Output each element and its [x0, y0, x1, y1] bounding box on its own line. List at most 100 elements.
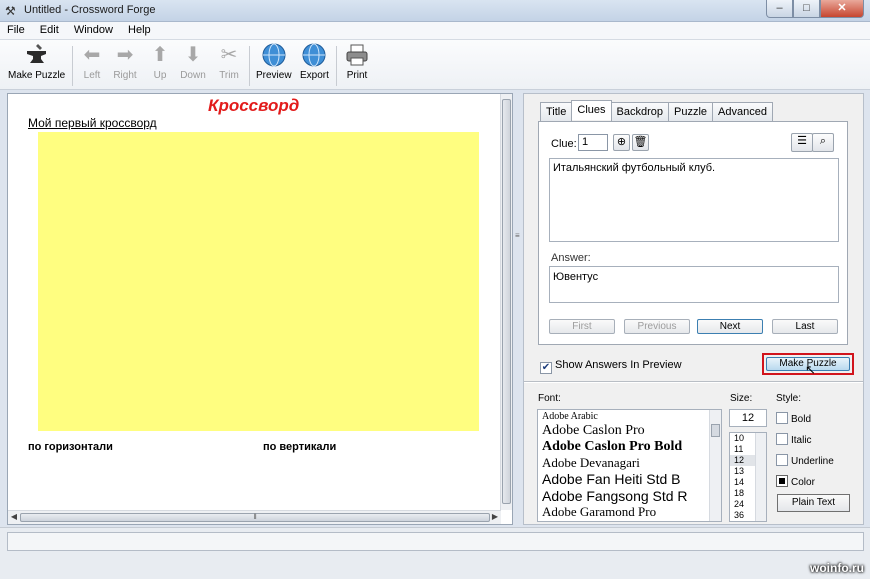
font-list-scrollbar[interactable] [709, 410, 721, 521]
window-controls: – □ ✕ [766, 0, 864, 19]
trim-tool[interactable]: ✂ Trim [216, 42, 242, 81]
preview-tool[interactable]: Preview [256, 42, 292, 81]
size-input[interactable]: 12 [729, 409, 767, 427]
list-view-button[interactable]: ☰ [791, 133, 813, 152]
tab-title[interactable]: Title [540, 102, 573, 122]
plus-circle-icon: ⊕ [616, 136, 627, 148]
underline-checkbox[interactable]: Underline [776, 454, 834, 467]
color-label: Color [791, 477, 815, 488]
font-list-item[interactable]: Adobe Devanagari [538, 455, 721, 471]
size-list[interactable]: 10 11 12 13 14 18 24 36 [729, 432, 767, 522]
down-tool[interactable]: ⬇ Down [180, 42, 206, 81]
bold-label: Bold [791, 414, 812, 425]
answer-field[interactable]: Ювентус [549, 266, 839, 303]
document-canvas[interactable]: Кроссворд Мой первый кроссворд по горизо… [7, 93, 513, 525]
make-puzzle-tool[interactable]: Make Puzzle [8, 42, 65, 81]
bold-checkbox[interactable]: Bold [776, 412, 811, 425]
delete-clue-button[interactable]: 🗑 [632, 134, 649, 151]
answer-label: Answer: [551, 252, 591, 264]
toolbar-separator [249, 46, 250, 86]
show-answers-label: Show Answers In Preview [555, 359, 682, 371]
italic-checkbox[interactable]: Italic [776, 433, 812, 446]
up-tool[interactable]: ⬆ Up [147, 42, 173, 81]
font-list-item[interactable]: Adobe Garamond Pro [538, 504, 721, 520]
scroll-thumb[interactable] [502, 99, 511, 504]
make-puzzle-tool-label: Make Puzzle [8, 70, 66, 81]
left-tool[interactable]: ⬅ Left [79, 42, 105, 81]
first-button[interactable]: First [549, 319, 615, 334]
trim-tool-label: Trim [219, 70, 239, 81]
minimize-button[interactable]: – [766, 0, 793, 18]
clue-text-field[interactable]: Итальянский футбольный клуб. [549, 158, 839, 242]
across-heading: по горизонтали [28, 441, 113, 453]
puzzle-subtitle: Мой первый кроссворд [28, 116, 157, 130]
font-list-item[interactable]: Adobe Caslon Pro [538, 423, 721, 439]
plain-text-button[interactable]: Plain Text [777, 494, 850, 512]
tab-backdrop[interactable]: Backdrop [610, 102, 669, 122]
tab-clues[interactable]: Clues [571, 100, 612, 120]
left-tool-label: Left [83, 70, 101, 81]
search-view-button[interactable]: ⌕ [812, 133, 834, 152]
watermark: woinfo.ru [810, 561, 864, 575]
checkbox-checked-icon: ✔ [540, 362, 552, 374]
close-button[interactable]: ✕ [820, 0, 864, 18]
previous-button[interactable]: Previous [624, 319, 690, 334]
puzzle-grid-area[interactable] [38, 132, 479, 431]
menu-edit[interactable]: Edit [33, 22, 64, 36]
size-list-scrollbar[interactable] [755, 433, 766, 521]
print-tool[interactable]: Print [344, 42, 370, 81]
menu-help[interactable]: Help [121, 22, 156, 36]
font-list-item[interactable]: Adobe Fangsong Std R [538, 488, 721, 504]
last-button[interactable]: Last [772, 319, 838, 334]
color-picker[interactable]: Color [776, 475, 815, 488]
down-tool-label: Down [180, 70, 206, 81]
font-list[interactable]: Adobe Arabic Adobe Caslon Pro Adobe Casl… [537, 409, 722, 522]
mouse-cursor-icon: ↖ [805, 362, 816, 377]
puzzle-title: Кроссворд [208, 96, 300, 115]
underline-label: Underline [791, 456, 834, 467]
anvil-icon [24, 42, 50, 68]
scroll-thumb[interactable]: ⦀ [20, 513, 490, 522]
document-vertical-scrollbar[interactable] [500, 94, 512, 510]
italic-label: Italic [791, 435, 812, 446]
search-list-icon: ⌕ [819, 135, 827, 147]
toolbar-separator [336, 46, 337, 86]
show-answers-checkbox[interactable]: ✔ Show Answers In Preview [540, 359, 682, 374]
document-horizontal-scrollbar[interactable]: ◀ ⦀ ▶ [8, 510, 501, 524]
app-icon: ⚒ [5, 4, 16, 18]
arrow-right-icon: ➡ [116, 44, 134, 66]
right-tool-label: Right [113, 70, 137, 81]
properties-pane: Title Clues Backdrop Puzzle Advanced Clu… [523, 93, 864, 525]
next-button[interactable]: Next [697, 319, 763, 334]
toolbar: Make Puzzle ⬅ Left ➡ Right ⬆ Up ⬇ Down ✂… [0, 40, 870, 90]
scroll-thumb[interactable] [711, 424, 720, 437]
font-list-item[interactable]: Adobe Caslon Pro Bold [538, 439, 721, 455]
print-tool-label: Print [346, 70, 368, 81]
pane-splitter[interactable]: ≡ [513, 93, 523, 525]
maximize-button[interactable]: □ [793, 0, 820, 18]
add-clue-button[interactable]: ⊕ [613, 134, 630, 151]
panel-divider [524, 381, 863, 383]
toolbar-separator [72, 46, 73, 86]
arrow-up-icon: ⬆ [151, 44, 169, 66]
grip-icon: ≡ [515, 231, 520, 240]
font-label: Font: [538, 393, 561, 404]
tab-puzzle[interactable]: Puzzle [667, 102, 714, 122]
scroll-left-icon[interactable]: ◀ [9, 512, 19, 521]
globe-icon [261, 42, 287, 68]
font-list-item[interactable]: Adobe Fan Heiti Std B [538, 471, 721, 488]
right-tool[interactable]: ➡ Right [112, 42, 138, 81]
menu-window[interactable]: Window [67, 22, 118, 36]
export-tool[interactable]: Export [300, 42, 329, 81]
trash-icon: 🗑 [633, 136, 648, 148]
menu-file[interactable]: File [0, 22, 30, 36]
style-label: Style: [776, 393, 802, 404]
status-bar: woinfo.ru [0, 527, 870, 579]
globe-export-icon [301, 42, 327, 68]
tab-advanced[interactable]: Advanced [712, 102, 773, 122]
title-bar: ⚒ Untitled - Crossword Forge – □ ✕ [0, 0, 870, 22]
clue-number-input[interactable]: 1 [578, 134, 608, 151]
font-list-item[interactable]: Adobe Arabic [538, 410, 721, 423]
scroll-right-icon[interactable]: ▶ [490, 512, 500, 521]
size-label: Size: [730, 393, 753, 404]
